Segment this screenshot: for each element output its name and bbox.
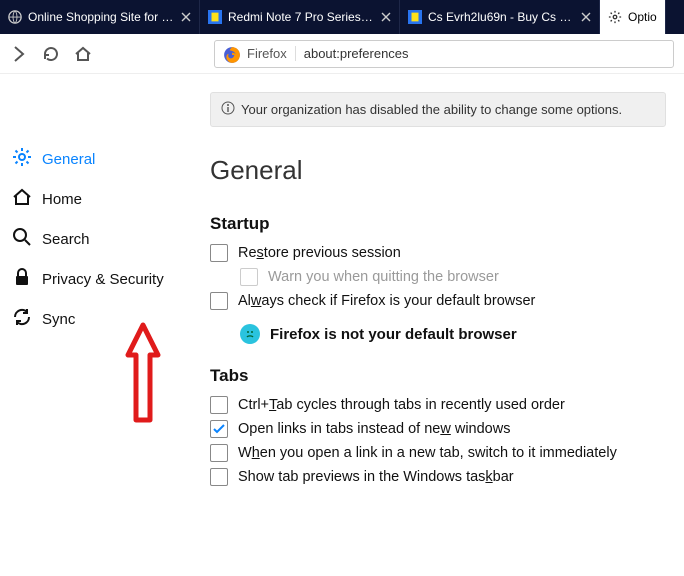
checkbox-icon [210, 468, 228, 486]
switch-to-tab-checkbox[interactable]: When you open a link in a new tab, switc… [210, 444, 666, 462]
browser-tab[interactable]: Cs Evrh2lu69n - Buy Cs Evrh2lu… [400, 0, 600, 34]
checkbox-icon [210, 420, 228, 438]
gear-icon [12, 147, 32, 171]
sidebar-label: Home [42, 191, 82, 208]
sad-face-icon [240, 324, 260, 344]
browser-tab[interactable]: Online Shopping Site for Mobil [0, 0, 200, 34]
sidebar-item-privacy[interactable]: Privacy & Security [8, 259, 180, 299]
warn-quit-checkbox: Warn you when quitting the browser [240, 268, 666, 286]
tab-label: Cs Evrh2lu69n - Buy Cs Evrh2lu… [428, 10, 575, 24]
tab-label: Redmi Note 7 Pro Series - Buy … [228, 10, 375, 24]
open-links-checkbox[interactable]: Open links in tabs instead of new window… [210, 420, 666, 438]
checkbox-label: Ctrl+Tab cycles through tabs in recently… [238, 397, 565, 413]
checkbox-icon [210, 292, 228, 310]
sync-icon [12, 307, 32, 331]
home-icon [12, 187, 32, 211]
default-browser-status: Firefox is not your default browser [240, 324, 666, 344]
search-icon [12, 227, 32, 251]
status-text: Firefox is not your default browser [270, 326, 517, 343]
flipkart-icon [208, 10, 222, 24]
sidebar-label: Search [42, 231, 90, 248]
notice-text: Your organization has disabled the abili… [241, 102, 622, 117]
tabs-heading: Tabs [210, 366, 666, 386]
sidebar-label: General [42, 151, 95, 168]
gear-icon [608, 10, 622, 24]
checkbox-label: Restore previous session [238, 245, 401, 261]
reload-icon[interactable] [42, 45, 60, 63]
address-brand: Firefox [247, 46, 296, 61]
address-bar[interactable]: Firefox about:preferences [214, 40, 674, 68]
ctrl-tab-checkbox[interactable]: Ctrl+Tab cycles through tabs in recently… [210, 396, 666, 414]
lock-icon [12, 267, 32, 291]
page-title: General [210, 155, 666, 186]
checkbox-icon [210, 444, 228, 462]
preferences-sidebar: General Home Search Privacy & Security S… [0, 74, 180, 576]
close-icon[interactable] [381, 12, 391, 22]
tab-label: Optio [628, 10, 657, 24]
globe-icon [8, 10, 22, 24]
firefox-icon [223, 46, 239, 62]
checkbox-label: When you open a link in a new tab, switc… [238, 445, 617, 461]
checkbox-label: Open links in tabs instead of new window… [238, 421, 510, 437]
close-icon[interactable] [181, 12, 191, 22]
restore-session-checkbox[interactable]: Restore previous session [210, 244, 666, 262]
startup-heading: Startup [210, 214, 666, 234]
sidebar-item-home[interactable]: Home [8, 179, 180, 219]
sidebar-item-general[interactable]: General [8, 139, 180, 179]
browser-toolbar: Firefox about:preferences [0, 34, 684, 74]
default-browser-checkbox[interactable]: Always check if Firefox is your default … [210, 292, 666, 310]
browser-tab-active[interactable]: Optio [600, 0, 666, 34]
browser-tab-strip: Online Shopping Site for Mobil Redmi Not… [0, 0, 684, 34]
forward-icon[interactable] [10, 45, 28, 63]
checkbox-icon [210, 244, 228, 262]
preferences-main: Your organization has disabled the abili… [180, 74, 684, 576]
address-url: about:preferences [304, 46, 409, 61]
home-icon[interactable] [74, 45, 92, 63]
sidebar-item-sync[interactable]: Sync [8, 299, 180, 339]
checkbox-label: Show tab previews in the Windows taskbar [238, 469, 514, 485]
sidebar-item-search[interactable]: Search [8, 219, 180, 259]
tab-label: Online Shopping Site for Mobil [28, 10, 175, 24]
tab-previews-checkbox[interactable]: Show tab previews in the Windows taskbar [210, 468, 666, 486]
close-icon[interactable] [581, 12, 591, 22]
checkbox-label: Always check if Firefox is your default … [238, 293, 535, 309]
checkbox-label: Warn you when quitting the browser [268, 269, 499, 285]
checkbox-icon [210, 396, 228, 414]
browser-tab[interactable]: Redmi Note 7 Pro Series - Buy … [200, 0, 400, 34]
checkbox-icon [240, 268, 258, 286]
sidebar-label: Sync [42, 311, 75, 328]
flipkart-icon [408, 10, 422, 24]
org-notice: Your organization has disabled the abili… [210, 92, 666, 127]
info-icon [221, 101, 235, 118]
sidebar-label: Privacy & Security [42, 271, 164, 288]
